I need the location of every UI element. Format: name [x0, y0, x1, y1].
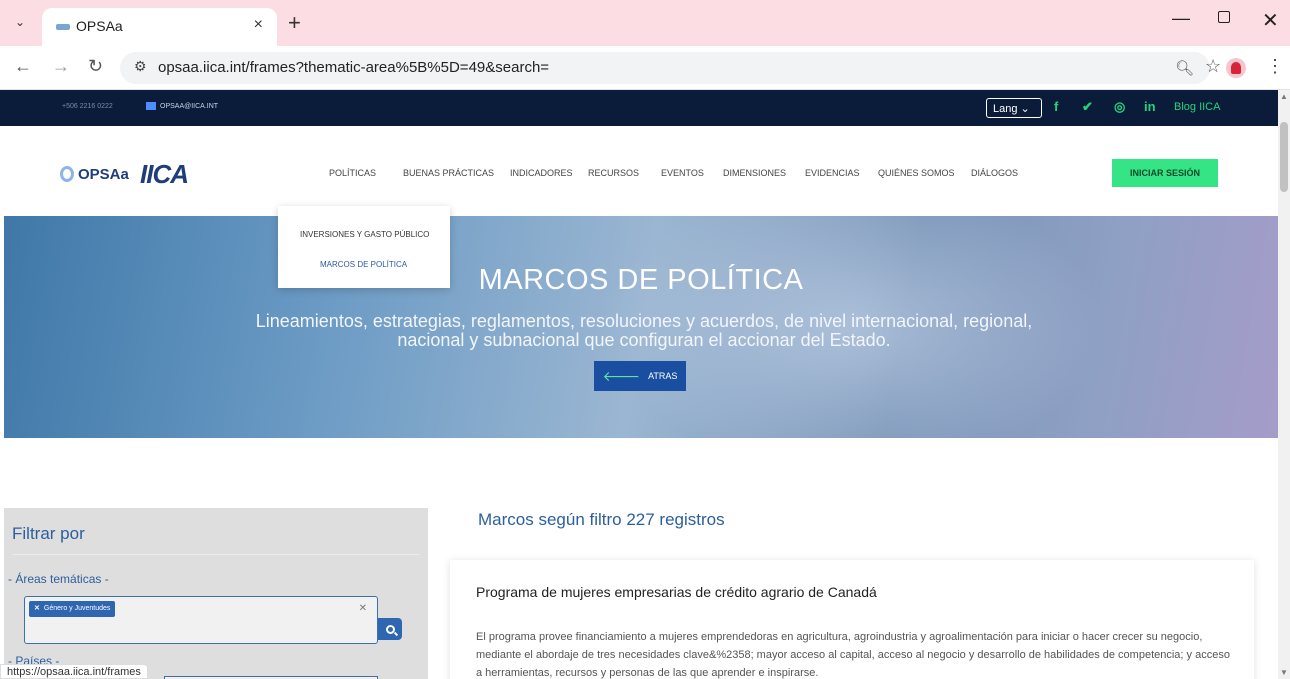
reload-icon[interactable]: ↻ [88, 56, 103, 77]
clear-icon[interactable]: ✕ [359, 603, 367, 614]
url-text[interactable]: opsaa.iica.int/frames?thematic-area%5B%5… [158, 59, 549, 76]
page-scrollbar[interactable]: ▲ ▼ [1278, 90, 1290, 679]
opsaa-logo[interactable]: OPSAa [60, 166, 129, 183]
page-subtitle: Lineamientos, estrategias, reglamentos, … [255, 311, 1033, 350]
dropdown-item-inversiones[interactable]: INVERSIONES Y GASTO PÚBLICO [300, 230, 429, 239]
forward-icon[interactable]: → [52, 56, 70, 77]
search-icon [385, 624, 395, 634]
arrow-left-icon: 🡐 [602, 367, 641, 384]
back-button-label: ATRAS [648, 371, 678, 381]
result-card[interactable]: Programa de mujeres empresarias de crédi… [450, 560, 1254, 679]
contact-email[interactable]: OPSAA@IICA.INT [160, 103, 218, 110]
results-title: Marcos según filtro 227 registros [478, 510, 725, 529]
login-button[interactable]: INICIAR SESIÓN [1112, 159, 1218, 187]
lang-select[interactable]: Lang ⌄ [986, 98, 1042, 118]
browser-toolbar: ← → ↻ ⚙ opsaa.iica.int/frames?thematic-a… [0, 46, 1290, 90]
address-bar[interactable]: ⚙ opsaa.iica.int/frames?thematic-area%5B… [120, 52, 1210, 84]
nav-dialogos[interactable]: DIÁLOGOS [971, 168, 1018, 178]
new-tab-button[interactable]: + [288, 10, 301, 36]
facebook-icon[interactable]: f [1054, 99, 1058, 114]
nav-quienes-somos[interactable]: QUIÉNES SOMOS [878, 168, 955, 178]
filter-title: Filtrar por [12, 524, 85, 543]
back-button[interactable]: 🡐 ATRAS [594, 361, 686, 391]
blog-link[interactable]: Blog IICA [1174, 101, 1220, 113]
scroll-thumb[interactable] [1280, 122, 1288, 192]
top-contact-bar: +506 2216 0222 OPSAA@IICA.INT Lang ⌄ f ✔… [0, 90, 1278, 126]
card-title[interactable]: Programa de mujeres empresarias de crédi… [476, 584, 877, 600]
minimize-icon[interactable]: — [1172, 8, 1190, 29]
favicon-icon [56, 24, 70, 30]
mail-icon [146, 102, 156, 110]
close-window-icon[interactable]: ✕ [1262, 8, 1279, 33]
star-icon[interactable]: ☆ [1205, 56, 1221, 77]
divider [12, 554, 420, 555]
linkedin-icon[interactable]: in [1144, 99, 1156, 114]
main-navbar: OPSAa IICA POLÍTICAS BUENAS PRÁCTICAS IN… [0, 126, 1278, 216]
scroll-up-icon[interactable]: ▲ [1280, 92, 1288, 101]
back-icon[interactable]: ← [14, 56, 32, 77]
thematic-area-select[interactable]: ✕ Género y Juventudes ✕ [24, 596, 378, 644]
search-button[interactable] [378, 618, 402, 640]
selected-chip[interactable]: ✕ Género y Juventudes [29, 601, 116, 617]
iica-logo[interactable]: IICA [140, 159, 189, 190]
contact-phone[interactable]: +506 2216 0222 [62, 103, 113, 110]
zoom-icon[interactable]: 🔍︎ [1175, 59, 1194, 77]
nav-dimensiones[interactable]: DIMENSIONES [723, 168, 786, 178]
nav-indicadores[interactable]: INDICADORES [510, 168, 573, 178]
tab-dropdown-icon[interactable]: ⌄ [10, 12, 30, 32]
filter-label-areas: - Áreas temáticas - [8, 572, 109, 586]
tab-close-icon[interactable]: × [254, 16, 263, 34]
chip-label: Género y Juventudes [43, 605, 111, 612]
profile-icon[interactable] [1226, 58, 1246, 78]
restore-icon[interactable] [1218, 11, 1230, 23]
scroll-down-icon[interactable]: ▼ [1280, 668, 1288, 677]
hero-banner: MARCOS DE POLÍTICA Lineamientos, estrate… [4, 216, 1278, 438]
nav-eventos[interactable]: EVENTOS [661, 168, 704, 178]
card-body: El programa provee financiamiento a muje… [476, 631, 1230, 679]
lang-label: Lang [993, 103, 1018, 115]
status-url: https://opsaa.iica.int/frames [0, 664, 148, 679]
opsaa-logo-icon [60, 166, 74, 182]
dropdown-item-marcos[interactable]: MARCOS DE POLÍTICA [320, 260, 407, 269]
browser-tab[interactable]: OPSAa × [42, 8, 277, 46]
twitter-icon[interactable]: ✔ [1082, 99, 1093, 115]
kebab-icon[interactable]: ⋮ [1266, 56, 1284, 77]
opsaa-logo-text: OPSAa [78, 166, 129, 183]
filter-panel: Filtrar por - Áreas temáticas - ✕ Género … [4, 508, 428, 679]
chevron-down-icon: ⌄ [1020, 103, 1030, 115]
nav-evidencias[interactable]: EVIDENCIAS [805, 168, 860, 178]
chip-remove-icon[interactable]: ✕ [34, 605, 40, 612]
tab-strip: ⌄ OPSAa × + — ✕ [0, 0, 1290, 46]
nav-recursos[interactable]: RECURSOS [588, 168, 639, 178]
nav-politicas[interactable]: POLÍTICAS [329, 168, 376, 178]
tab-title: OPSAa [76, 18, 123, 34]
page-content: +506 2216 0222 OPSAA@IICA.INT Lang ⌄ f ✔… [0, 90, 1278, 679]
site-info-icon[interactable]: ⚙ [134, 58, 147, 75]
instagram-icon[interactable]: ◎ [1114, 99, 1125, 115]
page-title: MARCOS DE POLÍTICA [478, 264, 804, 296]
nav-buenas-practicas[interactable]: BUENAS PRÁCTICAS [403, 168, 494, 178]
politicas-dropdown: INVERSIONES Y GASTO PÚBLICO MARCOS DE PO… [278, 206, 450, 288]
